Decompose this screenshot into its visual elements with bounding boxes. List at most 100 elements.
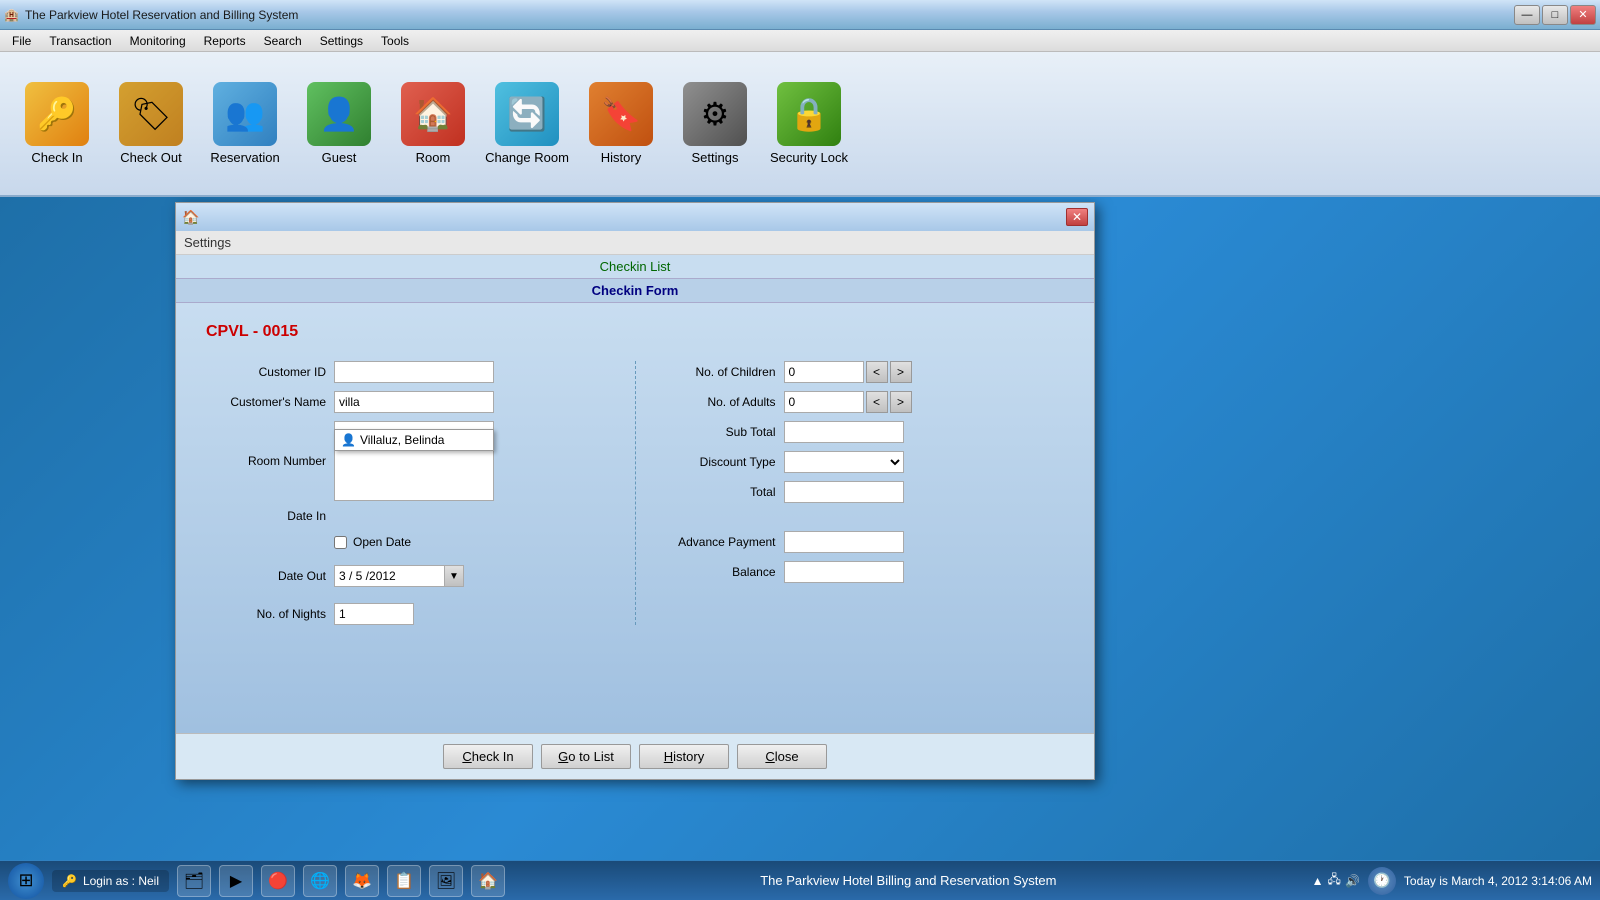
- taskbar-app-0[interactable]: 🗂: [177, 865, 211, 897]
- advance-payment-input[interactable]: [784, 531, 904, 553]
- advance-payment-label: Advance Payment: [656, 535, 776, 549]
- dialog-gotolist-button[interactable]: Go to List: [541, 744, 631, 769]
- no-adults-inc[interactable]: >: [890, 391, 912, 413]
- no-nights-row: No. of Nights: [206, 603, 615, 625]
- menu-item-tools[interactable]: Tools: [373, 32, 417, 50]
- autocomplete-item[interactable]: 👤 Villaluz, Belinda: [335, 430, 493, 450]
- toolbar-checkin-label: Check In: [31, 150, 82, 165]
- taskbar-app-7[interactable]: 🏠: [471, 865, 505, 897]
- toolbar-room-button[interactable]: 🏠 Room: [388, 61, 478, 186]
- menu-item-file[interactable]: File: [4, 32, 39, 50]
- toolbar-securitylock-button[interactable]: 🔒Security Lock: [764, 61, 854, 186]
- tray-arrow[interactable]: ▲: [1312, 874, 1324, 888]
- sub-total-input[interactable]: [784, 421, 904, 443]
- minimize-button[interactable]: —: [1514, 5, 1540, 25]
- maximize-button[interactable]: □: [1542, 5, 1568, 25]
- checkin-list-bar[interactable]: Checkin List: [176, 255, 1094, 279]
- room-icon: 🏠: [401, 82, 465, 146]
- date-out-input[interactable]: [334, 565, 464, 587]
- form-layout: Customer ID Customer's Name 👤 Villaluz, …: [206, 361, 1064, 625]
- toolbar-guest-button[interactable]: 👤Guest: [294, 61, 384, 186]
- toolbar-history-label: History: [601, 150, 641, 165]
- toolbar-checkout-button[interactable]: 🏷Check Out: [106, 61, 196, 186]
- toolbar-checkin-button[interactable]: 🔑Check In: [12, 61, 102, 186]
- menu-bar: FileTransactionMonitoringReportsSearchSe…: [0, 30, 1600, 52]
- discount-type-select[interactable]: [784, 451, 904, 473]
- total-row: Total: [656, 481, 1065, 503]
- checkin-list-label: Checkin List: [600, 259, 671, 274]
- reservation-icon: 👥: [213, 82, 277, 146]
- toolbar-reservation-button[interactable]: 👥Reservation: [200, 61, 290, 186]
- sub-total-row: Sub Total: [656, 421, 1065, 443]
- discount-type-row: Discount Type: [656, 451, 1065, 473]
- toolbar-history-button[interactable]: 🔖 History: [576, 61, 666, 186]
- menu-item-settings[interactable]: Settings: [312, 32, 371, 50]
- taskbar-app-4[interactable]: 🦊: [345, 865, 379, 897]
- toolbar-checkout-label: Check Out: [120, 150, 181, 165]
- title-bar: 🏨 The Parkview Hotel Reservation and Bil…: [0, 0, 1600, 30]
- menu-item-reports[interactable]: Reports: [196, 32, 254, 50]
- autocomplete-dropdown: 👤 Villaluz, Belinda: [334, 429, 494, 451]
- open-date-checkbox[interactable]: [334, 536, 347, 549]
- toolbar-changeroom-button[interactable]: 🔄Change Room: [482, 61, 572, 186]
- settings-label: Settings: [184, 235, 231, 250]
- no-adults-dec[interactable]: <: [866, 391, 888, 413]
- menu-item-transaction[interactable]: Transaction: [41, 32, 119, 50]
- toolbar-guest-label: Guest: [322, 150, 357, 165]
- checkin-form-label: Checkin Form: [592, 283, 679, 298]
- customer-id-label: Customer ID: [206, 365, 326, 379]
- customer-id-input[interactable]: [334, 361, 494, 383]
- advance-payment-row: Advance Payment: [656, 531, 1065, 553]
- taskbar-app-3[interactable]: 🌐: [303, 865, 337, 897]
- no-children-label: No. of Children: [656, 365, 776, 379]
- changeroom-icon: 🔄: [495, 82, 559, 146]
- toolbar-settings-button[interactable]: ⚙Settings: [670, 61, 760, 186]
- button-row: Check In Go to List History Close: [176, 733, 1094, 779]
- total-input[interactable]: [784, 481, 904, 503]
- no-adults-spinner: < >: [784, 391, 912, 413]
- toolbar-securitylock-label: Security Lock: [770, 150, 848, 165]
- no-adults-input[interactable]: [784, 391, 864, 413]
- sub-total-label: Sub Total: [656, 425, 776, 439]
- taskbar-app-2[interactable]: 🔴: [261, 865, 295, 897]
- dialog-home-icon: 🏠: [182, 209, 199, 226]
- dialog-close-button[interactable]: ✕: [1066, 208, 1088, 226]
- form-id: CPVL - 0015: [206, 323, 1064, 341]
- taskbar-app-1[interactable]: ▶: [219, 865, 253, 897]
- start-button[interactable]: ⊞: [8, 863, 44, 899]
- menu-item-search[interactable]: Search: [256, 32, 310, 50]
- balance-input[interactable]: [784, 561, 904, 583]
- no-children-dec[interactable]: <: [866, 361, 888, 383]
- form-left: Customer ID Customer's Name 👤 Villaluz, …: [206, 361, 615, 625]
- menu-item-monitoring[interactable]: Monitoring: [122, 32, 194, 50]
- toolbar-room-label: Room: [416, 150, 451, 165]
- taskbar-center-text: The Parkview Hotel Billing and Reservati…: [760, 873, 1056, 888]
- no-children-inc[interactable]: >: [890, 361, 912, 383]
- discount-type-label: Discount Type: [656, 455, 776, 469]
- taskbar-center: The Parkview Hotel Billing and Reservati…: [760, 873, 1056, 888]
- taskbar-right: ▲ 🖧 🔊 🕐 Today is March 4, 2012 3:14:06 A…: [1312, 867, 1592, 895]
- open-date-row: Open Date: [334, 535, 615, 549]
- date-out-label: Date Out: [206, 569, 326, 583]
- no-nights-input[interactable]: [334, 603, 414, 625]
- taskbar-app-5[interactable]: 📋: [387, 865, 421, 897]
- customer-name-input[interactable]: [334, 391, 494, 413]
- app-close-button[interactable]: ✕: [1570, 5, 1596, 25]
- dialog-window: 🏠 ✕ Settings Checkin List Checkin Form C…: [175, 202, 1095, 780]
- toolbar-settings-label: Settings: [692, 150, 739, 165]
- date-in-label: Date In: [206, 509, 326, 523]
- form-right: No. of Children < > No. of Adults < >: [635, 361, 1065, 625]
- title-bar-left: 🏨 The Parkview Hotel Reservation and Bil…: [4, 8, 298, 22]
- history-icon: 🔖: [589, 82, 653, 146]
- toolbar: 🔑Check In🏷Check Out👥Reservation👤Guest 🏠 Ro…: [0, 52, 1600, 197]
- tray-network-icon: 🖧: [1328, 870, 1341, 891]
- customer-name-label: Customer's Name: [206, 395, 326, 409]
- no-children-input[interactable]: [784, 361, 864, 383]
- dialog-checkin-button[interactable]: Check In: [443, 744, 533, 769]
- customer-name-row: Customer's Name: [206, 391, 615, 413]
- no-adults-label: No. of Adults: [656, 395, 776, 409]
- taskbar-app-6[interactable]: 🖼: [429, 865, 463, 897]
- dialog-close-button[interactable]: Close: [737, 744, 827, 769]
- dialog-title-bar: 🏠 ✕: [176, 203, 1094, 231]
- dialog-history-button[interactable]: History: [639, 744, 729, 769]
